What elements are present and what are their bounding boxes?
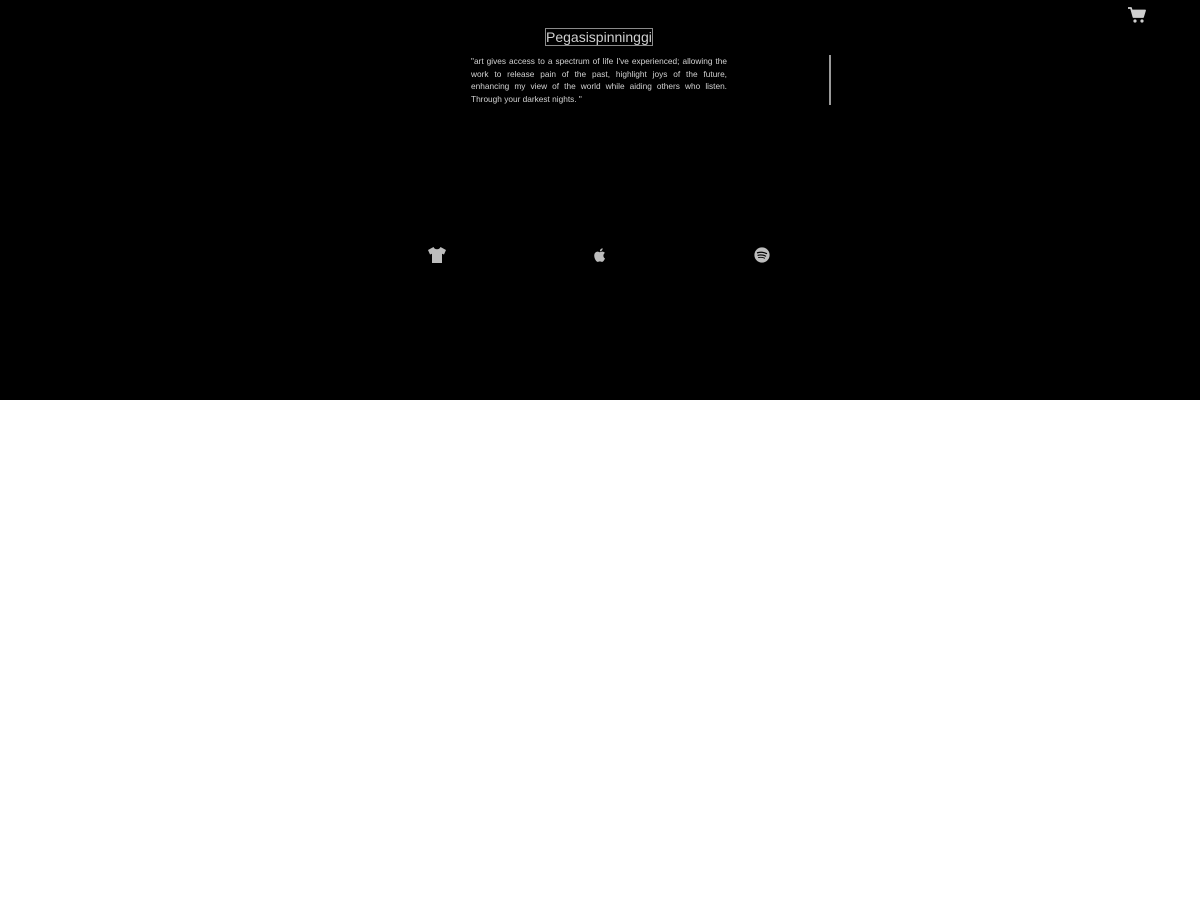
hero-section: Pegasispinninggif "art gives access to a… <box>0 0 1200 400</box>
logo-image: Pegasispinninggif <box>545 28 653 46</box>
apple-icon <box>594 248 605 262</box>
spotify-icon <box>754 247 770 263</box>
spotify-link[interactable] <box>752 246 772 264</box>
artist-quote: "art gives access to a spectrum of life … <box>471 56 727 104</box>
apple-music-link[interactable] <box>590 246 610 264</box>
tshirt-icon <box>428 247 446 263</box>
cart-button[interactable] <box>1127 5 1147 25</box>
shopping-cart-icon <box>1128 7 1146 23</box>
vertical-divider <box>829 55 831 105</box>
merch-link[interactable] <box>427 246 447 264</box>
